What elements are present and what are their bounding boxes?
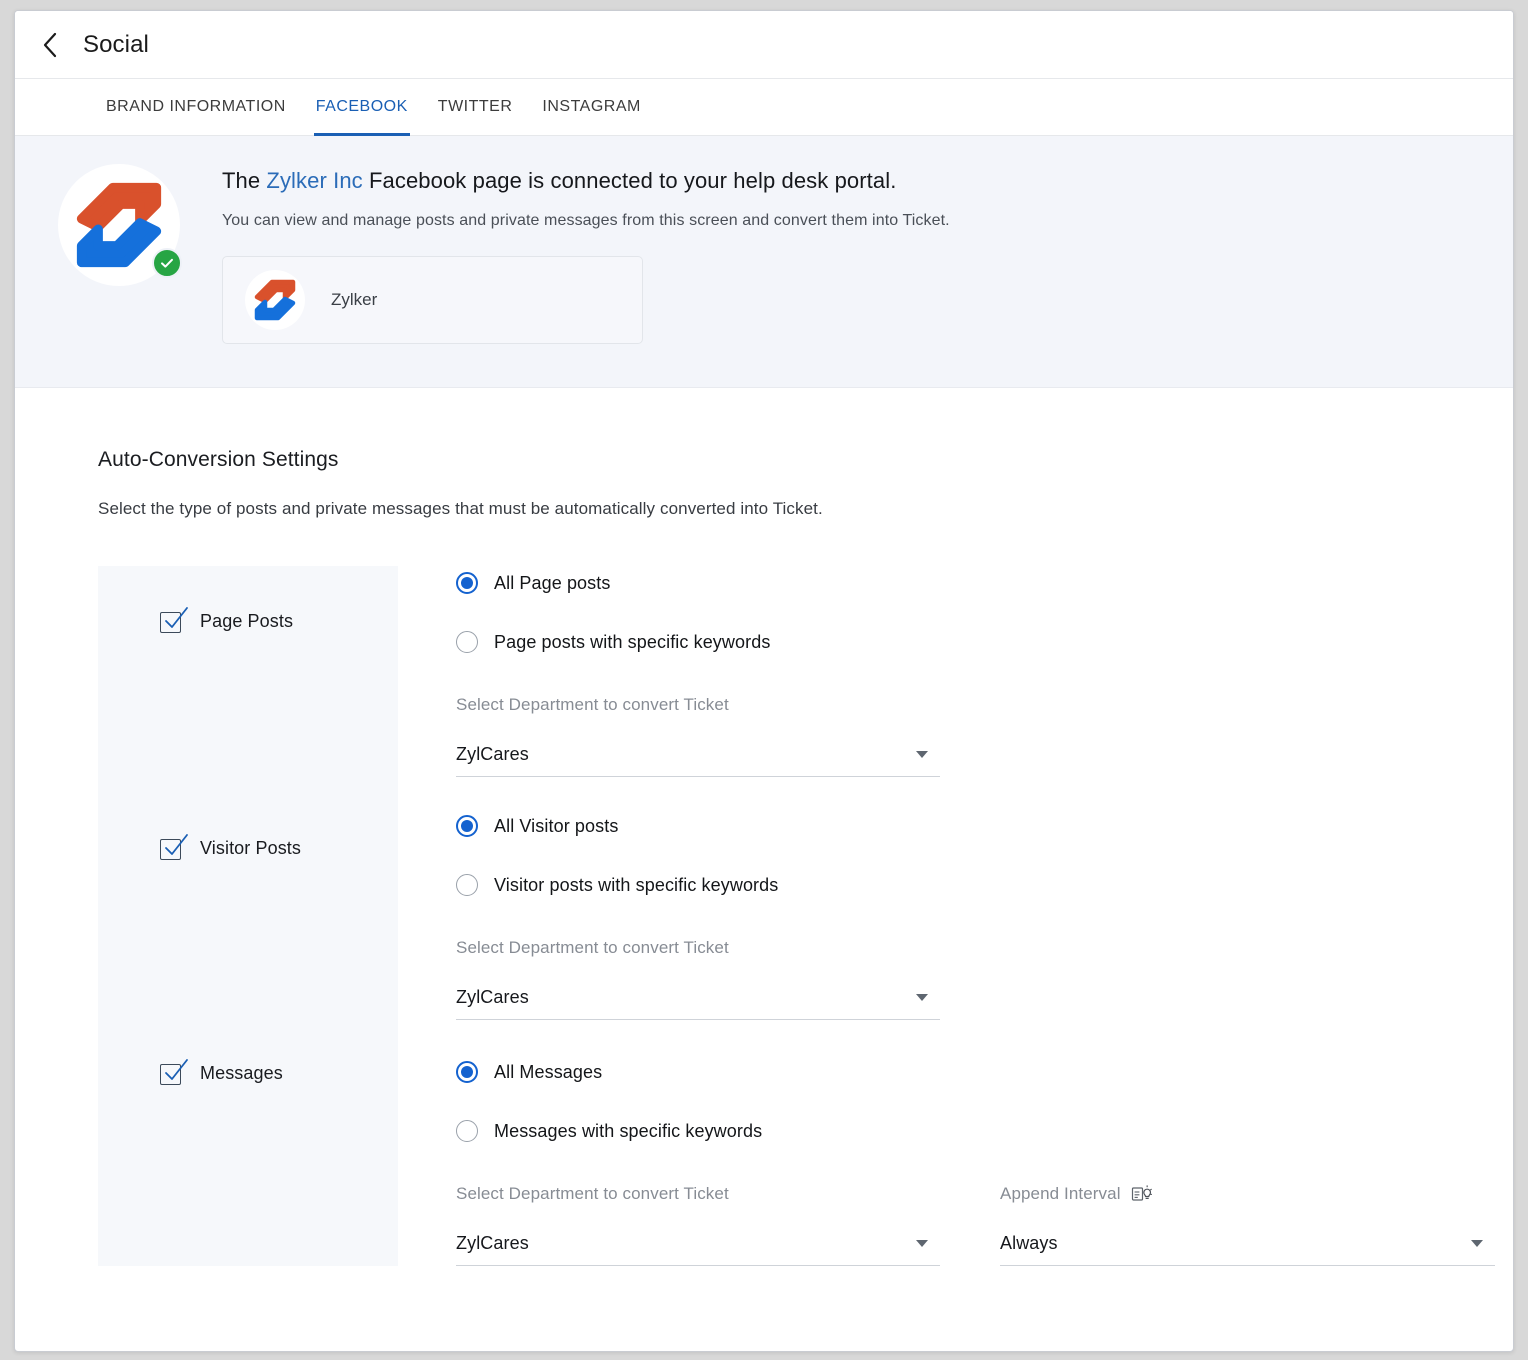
radio-label: Visitor posts with specific keywords: [494, 874, 779, 895]
checkbox-checked-icon[interactable]: [160, 1059, 188, 1085]
tab-twitter[interactable]: TWITTER: [436, 80, 515, 136]
back-button[interactable]: [33, 28, 67, 62]
append-interval-label-text: Append Interval: [1000, 1184, 1121, 1203]
radio-unselected-icon[interactable]: [456, 874, 478, 896]
append-interval-label: Append Interval: [1000, 1184, 1495, 1204]
category-item-visitor-posts[interactable]: Visitor Posts: [98, 834, 398, 860]
section-description: Select the type of posts and private mes…: [98, 499, 823, 518]
department-label: Select Department to convert Ticket: [456, 938, 729, 957]
radio-label: All Messages: [494, 1061, 603, 1082]
department-value: ZylCares: [456, 744, 529, 764]
option-group-messages: All Messages Messages with specific keyw…: [456, 1055, 1513, 1266]
brand-link[interactable]: Zylker Inc: [266, 168, 362, 193]
department-select[interactable]: ZylCares: [456, 1222, 940, 1266]
option-group-visitor-posts: All Visitor posts Visitor posts with spe…: [456, 809, 1513, 1020]
radio-label: Messages with specific keywords: [494, 1120, 763, 1141]
category-label: Page Posts: [200, 610, 294, 631]
connected-page-card[interactable]: Zylker: [222, 256, 643, 344]
category-label: Visitor Posts: [200, 837, 302, 858]
department-row: Select Department to convert Ticket ZylC…: [456, 938, 1513, 1020]
append-interval-select[interactable]: Always: [1000, 1222, 1495, 1266]
page-card-name: Zylker: [331, 290, 378, 309]
department-value: ZylCares: [456, 1233, 529, 1253]
category-item-page-posts[interactable]: Page Posts: [98, 607, 398, 633]
banner-headline-suffix: Facebook page is connected to your help …: [362, 168, 897, 193]
verified-check-icon: [151, 248, 182, 278]
section-title: Auto-Conversion Settings: [98, 448, 339, 471]
radio-visitor-posts-keywords[interactable]: Visitor posts with specific keywords: [456, 868, 1513, 902]
radio-label: All Visitor posts: [494, 815, 619, 836]
category-item-messages[interactable]: Messages: [98, 1059, 398, 1085]
category-label: Messages: [200, 1062, 283, 1083]
banner-avatar-wrap: [15, 154, 222, 353]
radio-selected-icon[interactable]: [456, 1061, 478, 1083]
department-field: Select Department to convert Ticket ZylC…: [456, 1184, 940, 1266]
append-interval-value: Always: [1000, 1233, 1058, 1253]
avatar: [57, 164, 182, 286]
banner-headline: The Zylker Inc Facebook page is connecte…: [222, 168, 950, 194]
department-select[interactable]: ZylCares: [456, 733, 940, 777]
department-value: ZylCares: [456, 987, 529, 1007]
radio-messages-keywords[interactable]: Messages with specific keywords: [456, 1114, 1513, 1148]
tab-facebook[interactable]: FACEBOOK: [313, 80, 410, 136]
check-glyph: [165, 1059, 188, 1080]
radio-label: All Page posts: [494, 572, 611, 593]
hint-glyph: [1131, 1185, 1152, 1201]
auto-conversion-section: Auto-Conversion Settings Select the type…: [15, 388, 1513, 1266]
department-label: Select Department to convert Ticket: [456, 1184, 729, 1203]
zylker-logo-icon: [254, 279, 296, 321]
department-field: Select Department to convert Ticket ZylC…: [456, 938, 940, 1020]
radio-all-messages[interactable]: All Messages: [456, 1055, 1513, 1089]
chevron-down-icon: [916, 751, 928, 758]
category-panel: Page Posts Visitor Posts Messages: [98, 566, 398, 1266]
department-and-interval-row: Select Department to convert Ticket ZylC…: [456, 1184, 1513, 1266]
checkbox-checked-icon[interactable]: [160, 834, 188, 860]
check-glyph: [160, 258, 173, 268]
page-card-avatar: [245, 270, 305, 330]
chevron-down-icon: [1471, 1240, 1483, 1247]
check-glyph: [165, 834, 188, 855]
page-header: Social: [15, 11, 1513, 79]
settings-body: Page Posts Visitor Posts Messages All Pa…: [98, 566, 1513, 1266]
check-glyph: [165, 607, 188, 628]
social-settings-window: Social BRAND INFORMATION FACEBOOK TWITTE…: [14, 10, 1514, 1352]
radio-selected-icon[interactable]: [456, 815, 478, 837]
radio-page-posts-keywords[interactable]: Page posts with specific keywords: [456, 625, 1513, 659]
radio-unselected-icon[interactable]: [456, 631, 478, 653]
radio-all-visitor-posts[interactable]: All Visitor posts: [456, 809, 1513, 843]
chevron-down-icon: [916, 994, 928, 1001]
hint-lightbulb-icon[interactable]: [1131, 1184, 1153, 1204]
tab-instagram[interactable]: INSTAGRAM: [540, 80, 642, 136]
department-select[interactable]: ZylCares: [456, 976, 940, 1020]
chevron-down-icon: [916, 1240, 928, 1247]
radio-all-page-posts[interactable]: All Page posts: [456, 566, 1513, 600]
radio-label: Page posts with specific keywords: [494, 631, 771, 652]
department-field: Select Department to convert Ticket ZylC…: [456, 695, 940, 777]
connection-banner: The Zylker Inc Facebook page is connecte…: [15, 136, 1513, 388]
department-row: Select Department to convert Ticket ZylC…: [456, 695, 1513, 777]
tab-brand-information[interactable]: BRAND INFORMATION: [104, 80, 288, 136]
options-panel: All Page posts Page posts with specific …: [398, 566, 1513, 1266]
page-title: Social: [83, 30, 149, 58]
banner-headline-prefix: The: [222, 168, 267, 193]
checkbox-checked-icon[interactable]: [160, 607, 188, 633]
banner-description: You can view and manage posts and privat…: [222, 212, 950, 229]
option-group-page-posts: All Page posts Page posts with specific …: [456, 566, 1513, 777]
radio-selected-icon[interactable]: [456, 572, 478, 594]
banner-body: The Zylker Inc Facebook page is connecte…: [222, 154, 950, 353]
tab-bar: BRAND INFORMATION FACEBOOK TWITTER INSTA…: [15, 79, 1513, 136]
append-interval-field: Append Interval Always: [1000, 1184, 1495, 1266]
department-label: Select Department to convert Ticket: [456, 695, 729, 714]
chevron-left-icon: [43, 32, 57, 57]
radio-unselected-icon[interactable]: [456, 1120, 478, 1142]
